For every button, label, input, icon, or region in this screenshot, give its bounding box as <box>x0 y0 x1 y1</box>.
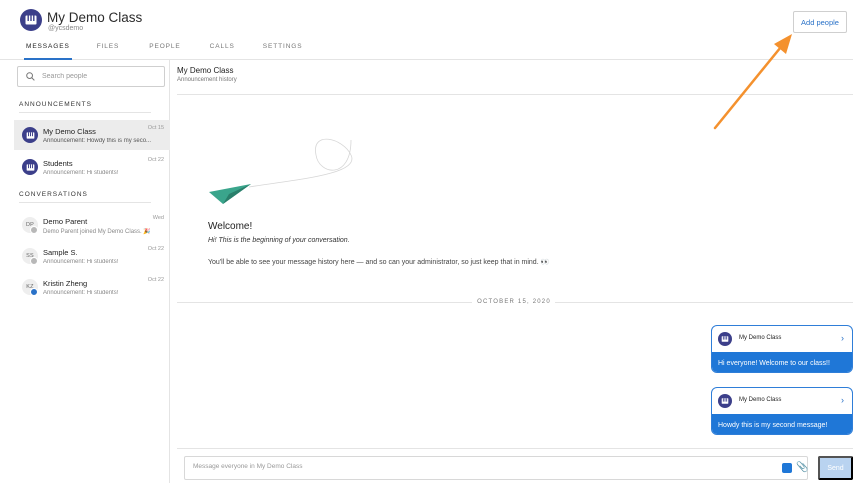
avatar <box>22 127 38 143</box>
avatar <box>22 159 38 175</box>
date-divider: OCTOBER 15, 2020 <box>477 299 551 305</box>
conversation-title: My Demo Class <box>177 66 234 75</box>
emoji-icon[interactable] <box>782 463 792 473</box>
conversation-subtitle: Announcement history <box>177 77 237 83</box>
message-sender: My Demo Class <box>739 397 782 403</box>
item-preview: Demo Parent joined My Demo Class. 🎉 <box>43 229 151 235</box>
search-box[interactable] <box>17 66 165 87</box>
tab-messages[interactable]: MESSAGES <box>24 43 72 60</box>
conversations-heading: CONVERSATIONS <box>19 191 88 198</box>
divider <box>19 202 151 203</box>
conversation-item-kristin-zheng[interactable]: KZ Kristin Zheng Announcement: Hi studen… <box>14 272 170 302</box>
divider <box>177 448 853 449</box>
class-title: My Demo Class <box>47 10 143 25</box>
piano-icon <box>721 398 729 404</box>
item-name: Sample S. <box>43 248 78 257</box>
paper-plane-illustration <box>209 138 353 204</box>
tab-files[interactable]: FILES <box>97 43 120 57</box>
item-date: Oct 22 <box>147 157 164 163</box>
piano-icon <box>26 163 34 171</box>
message-card[interactable]: My Demo Class › Howdy this is my second … <box>711 387 853 435</box>
status-badge <box>30 257 38 265</box>
chevron-right-icon[interactable]: › <box>841 333 844 343</box>
message-card[interactable]: My Demo Class › Hi everyone! Welcome to … <box>711 325 853 373</box>
chevron-right-icon[interactable]: › <box>841 395 844 405</box>
avatar <box>718 332 732 346</box>
piano-icon <box>721 336 729 342</box>
divider <box>177 302 472 303</box>
divider <box>19 112 151 113</box>
status-badge <box>30 288 38 296</box>
item-date: Oct 22 <box>147 277 164 283</box>
send-button[interactable]: Send <box>818 456 853 480</box>
item-name: Kristin Zheng <box>43 279 88 288</box>
attachment-icon[interactable]: 📎 <box>796 462 808 473</box>
welcome-subtitle: Hi! This is the beginning of your conver… <box>208 237 350 244</box>
message-composer[interactable]: 📎 <box>184 456 808 480</box>
class-handle: @ycsdemo <box>48 25 84 32</box>
add-people-button[interactable]: Add people <box>793 11 847 33</box>
avatar <box>718 394 732 408</box>
message-text: Howdy this is my second message! <box>712 414 852 434</box>
tab-bar: MESSAGES FILES PEOPLE CALLS SETTINGS <box>24 43 303 60</box>
annotation-arrow-icon <box>713 34 792 130</box>
sidebar: ANNOUNCEMENTS My Demo Class Announcement… <box>0 60 170 483</box>
item-preview: Announcement: Hi students! <box>43 170 119 176</box>
item-date: Oct 15 <box>147 125 164 131</box>
search-icon <box>26 72 35 81</box>
message-input[interactable] <box>193 463 713 470</box>
item-preview: Announcement: Hi students! <box>43 290 119 296</box>
item-date: Oct 22 <box>147 246 164 252</box>
message-text: Hi everyone! Welcome to our class!! <box>712 352 852 372</box>
piano-icon <box>26 131 34 139</box>
tab-people[interactable]: PEOPLE <box>149 43 180 57</box>
tab-settings[interactable]: SETTINGS <box>263 43 303 57</box>
status-badge <box>30 226 38 234</box>
welcome-title: Welcome! <box>208 221 253 232</box>
class-logo <box>20 9 42 31</box>
announcement-item-my-demo-class[interactable]: My Demo Class Announcement: Howdy this i… <box>14 120 170 150</box>
announcements-heading: ANNOUNCEMENTS <box>19 101 92 108</box>
message-header: My Demo Class › <box>712 326 852 352</box>
conversation-item-sample-s[interactable]: SS Sample S. Announcement: Hi students! … <box>14 241 170 271</box>
message-header: My Demo Class › <box>712 388 852 414</box>
item-preview: Announcement: Hi students! <box>43 259 119 265</box>
item-name: Demo Parent <box>43 217 88 226</box>
item-name: Students <box>43 159 73 168</box>
message-sender: My Demo Class <box>739 335 782 341</box>
piano-icon <box>25 15 37 25</box>
item-preview: Announcement: Howdy this is my seco... <box>43 138 152 144</box>
item-name: My Demo Class <box>43 127 96 136</box>
tab-calls[interactable]: CALLS <box>210 43 235 57</box>
item-date: Wed <box>152 215 164 221</box>
search-input[interactable] <box>42 73 152 80</box>
divider <box>555 302 853 303</box>
announcement-item-students[interactable]: Students Announcement: Hi students! Oct … <box>14 152 170 182</box>
conversation-item-demo-parent[interactable]: DP Demo Parent Demo Parent joined My Dem… <box>14 210 170 240</box>
welcome-body: You'll be able to see your message histo… <box>208 259 550 266</box>
